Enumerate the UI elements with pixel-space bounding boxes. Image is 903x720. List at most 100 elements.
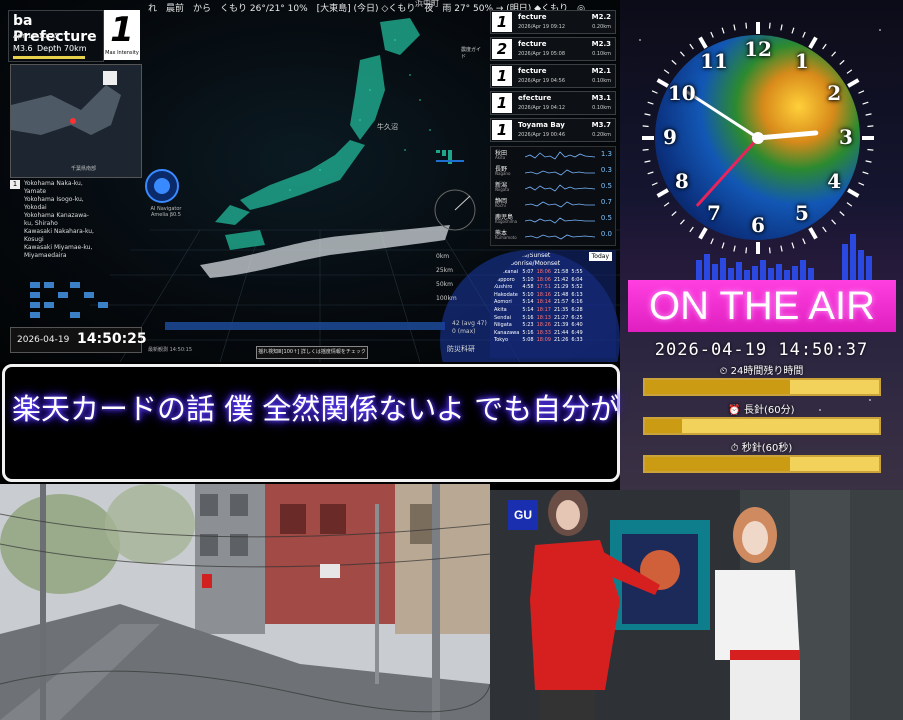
sunrise-time: 5:10 bbox=[522, 291, 534, 298]
location-item: Yokohama Naka-ku, bbox=[24, 180, 83, 187]
history-item[interactable]: 2 fecture 2026/Apr 19 05:08 M2.3 0.10km bbox=[490, 37, 616, 61]
history-item[interactable]: 1 Toyama Bay 2026/Apr 19 00:46 M3.7 0.20… bbox=[490, 118, 616, 142]
detection-stats: 42 (avg 47) 0 (max) bbox=[452, 320, 487, 336]
monitor-clock: 2026-04-19 14:50:25 bbox=[10, 327, 147, 353]
location-item: Yokodai bbox=[24, 204, 47, 211]
street-scene-image bbox=[0, 484, 490, 720]
on-air-datetime: 2026-04-19 14:50:37 bbox=[654, 340, 869, 360]
history-date: 2026/Apr 19 05:08 bbox=[518, 51, 566, 57]
second-hand-label: ⏱ 秒針(60秒) bbox=[730, 443, 793, 454]
station-romaji: Kochi bbox=[495, 203, 506, 208]
sunrise-row: Sapporo 5:10 18:06 21:42 6:04 bbox=[494, 277, 586, 285]
moonrise-time: 21:35 bbox=[554, 306, 569, 313]
sunrise-time: 5:14 bbox=[522, 299, 534, 306]
earthquake-monitor: れ 晨前 から くもり 26°/21° 10% [大東島] (今日) ◇くもり … bbox=[0, 0, 620, 362]
location-item: ku, Shiraho bbox=[24, 220, 58, 227]
moonset-time: 6:28 bbox=[571, 306, 583, 313]
nied-credit: 防災科研 bbox=[447, 345, 475, 353]
sunrise-time: 5:16 bbox=[522, 314, 534, 321]
quake-magnitude: M3.6 bbox=[13, 44, 33, 53]
sunrise-row: Niigata 5:23 18:26 21:39 6:40 bbox=[494, 322, 586, 330]
location-item: Miyamaedaira bbox=[24, 252, 67, 259]
minute-hand-label: ⏰ 長針(60分) bbox=[728, 405, 795, 416]
location-item: Yokohama Isogo-ku, bbox=[24, 196, 84, 203]
history-item[interactable]: 1 fecture 2026/Apr 19 04:56 M2.1 0.10km bbox=[490, 64, 616, 88]
second-hand-bar bbox=[643, 455, 881, 473]
history-magnitude: M2.1 bbox=[591, 67, 611, 75]
history-depth: 0.10km bbox=[592, 51, 611, 57]
second-hand-fill bbox=[645, 457, 791, 471]
location-item: Yokohama Kanazawa- bbox=[24, 212, 89, 219]
history-location: fecture bbox=[518, 13, 547, 21]
history-magnitude: M2.3 bbox=[591, 40, 611, 48]
sunrise-row: Kanazawa 5:16 18:33 21:44 6:49 bbox=[494, 330, 586, 338]
history-location: fecture bbox=[518, 40, 547, 48]
station-value: 0.5 bbox=[600, 214, 612, 222]
scale-tick: 50km bbox=[436, 281, 453, 288]
moonrise-time: 21:39 bbox=[554, 322, 569, 329]
seismograph-row: 熊本 Kumamoto 0.0 bbox=[491, 227, 615, 243]
minimap-graphic bbox=[11, 71, 121, 135]
sunset-time: 18:17 bbox=[536, 306, 551, 313]
sunrise-time: 4:58 bbox=[522, 284, 534, 291]
seismograph-row: 静岡 Kochi 0.7 bbox=[491, 195, 615, 211]
minute-hand-fill bbox=[645, 419, 683, 433]
clock-numeral: 8 bbox=[674, 169, 689, 193]
minimap-label: 千葉県南部 bbox=[71, 166, 97, 172]
sunrise-time: 5:10 bbox=[522, 276, 534, 283]
sunrise-row: Kushiro 4:58 17:51 21:29 5:52 bbox=[494, 284, 586, 292]
sunset-time: 18:14 bbox=[536, 299, 551, 306]
history-date: 2026/Apr 19 04:56 bbox=[518, 78, 566, 84]
remaining-day-bar bbox=[643, 378, 881, 396]
intensity-grid bbox=[30, 282, 108, 318]
history-depth: 0.10km bbox=[592, 105, 611, 111]
seismograph-row: 秋田 Akita 1.3 bbox=[491, 147, 615, 163]
japan-map-shape bbox=[215, 18, 420, 250]
on-air-label: ON THE AIR bbox=[649, 284, 875, 328]
city-name: Kushiro bbox=[494, 284, 513, 291]
history-intensity: 2 bbox=[492, 39, 512, 59]
clock-numeral: 3 bbox=[839, 125, 853, 149]
distance-scale: 0km 25km 50km 100km bbox=[436, 250, 457, 306]
station-romaji: Kumamoto bbox=[495, 235, 517, 240]
observation-time-label: 最新観測 14:50:15 bbox=[148, 347, 193, 353]
sunrise-time: 5:08 bbox=[522, 337, 534, 344]
sunrise-header: ☀ Sunrise/Sunset bbox=[498, 252, 551, 259]
moonset-time: 6:49 bbox=[571, 329, 583, 336]
station-value: 0.5 bbox=[600, 182, 612, 190]
monitor-time: 14:50:25 bbox=[77, 331, 147, 347]
quake-time: Apr 19 10:55 bbox=[13, 32, 59, 40]
location-item: Kawasaki Nakahara-ku, bbox=[24, 228, 94, 235]
sunrise-row: Tokyo 5:08 18:09 21:26 6:33 bbox=[494, 337, 586, 345]
people-scene-image bbox=[490, 490, 903, 720]
clock-numeral: 2 bbox=[827, 81, 842, 105]
detection-info-button[interactable]: 揺れ検知Ⅲ[100↑] 詳しくは揺度情報をチェック bbox=[256, 346, 368, 359]
history-location: efecture bbox=[518, 94, 552, 102]
history-depth: 0.20km bbox=[592, 24, 611, 30]
clock-numerals: 12 1 2 3 4 5 6 7 8 9 10 11 bbox=[640, 20, 876, 256]
clock-numeral: 11 bbox=[700, 48, 728, 73]
history-intensity: 1 bbox=[492, 66, 512, 86]
clock-numeral: 12 bbox=[744, 37, 772, 61]
history-item[interactable]: 1 efecture 2026/Apr 19 04:12 M3.1 0.10km bbox=[490, 91, 616, 115]
clock-numeral: 1 bbox=[795, 48, 809, 73]
sunrise-row: Sendai 5:16 18:13 21:27 6:25 bbox=[494, 315, 586, 323]
history-item[interactable]: 1 fecture 2026/Apr 19 09:12 M2.2 0.20km bbox=[490, 10, 616, 34]
moonrise-time: 21:27 bbox=[554, 314, 569, 321]
subtitle-text: 楽天カードの話 僕 全然関係ないよ でも自分が bbox=[12, 392, 620, 426]
clock-numeral: 10 bbox=[667, 81, 696, 105]
sunset-time: 18:06 bbox=[536, 276, 551, 283]
history-date: 2026/Apr 19 09:12 bbox=[518, 24, 566, 30]
ticker-location-label: 浜中町 bbox=[415, 0, 439, 8]
ai-navigator-icon bbox=[145, 169, 179, 203]
city-name: Kanazawa bbox=[494, 329, 520, 336]
moonset-time: 6:13 bbox=[571, 291, 583, 298]
history-intensity: 1 bbox=[492, 120, 512, 140]
today-button[interactable]: Today bbox=[588, 252, 612, 261]
clock-numeral: 9 bbox=[663, 125, 677, 149]
max-intensity-value: 1 bbox=[110, 10, 134, 50]
moonrise-header: ☾ Moonrise/Moonset bbox=[498, 260, 561, 267]
detection-avg: 42 (avg 47) bbox=[452, 320, 487, 327]
sunrise-time: 5:14 bbox=[522, 306, 534, 313]
moonrise-time: 21:48 bbox=[554, 291, 569, 298]
